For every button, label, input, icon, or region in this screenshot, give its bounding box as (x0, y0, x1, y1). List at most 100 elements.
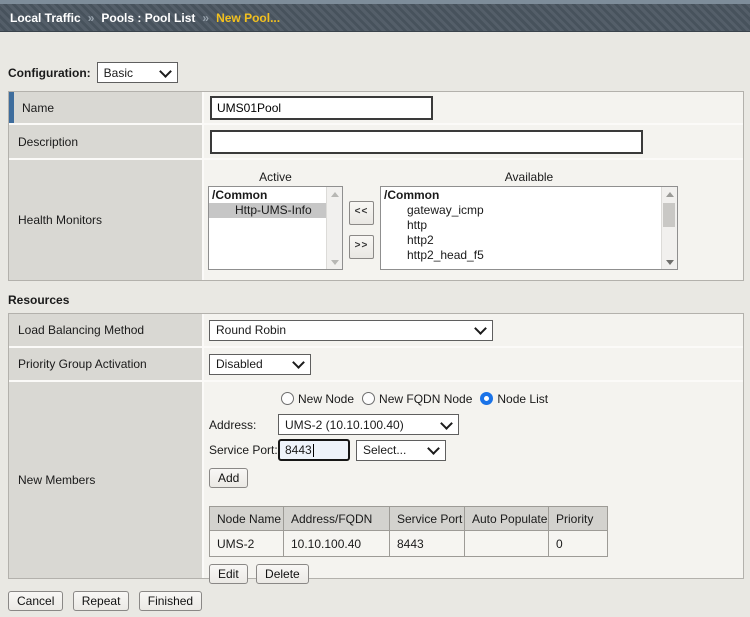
available-list-scrollbar[interactable] (661, 187, 677, 269)
member-row[interactable]: UMS-2 10.10.100.40 8443 0 (210, 531, 608, 557)
description-label-cell: Description (9, 125, 204, 158)
configuration-select-value: Basic (104, 66, 133, 80)
name-input[interactable] (210, 96, 433, 120)
available-monitor-item[interactable]: gateway_icmp (381, 203, 661, 218)
priority-group-select-value: Disabled (216, 357, 263, 371)
required-indicator (9, 92, 14, 123)
health-monitors-label-cell: Health Monitors (9, 160, 204, 280)
radio-new-node-label: New Node (298, 392, 354, 406)
address-line: Address: UMS-2 (10.10.100.40) (209, 414, 743, 435)
radio-new-fqdn-node[interactable]: New FQDN Node (362, 392, 472, 406)
configuration-select[interactable]: Basic (97, 62, 178, 83)
active-monitors-listbox[interactable]: /Common Http-UMS-Info (208, 186, 343, 270)
description-label: Description (18, 135, 78, 149)
new-members-label-cell: New Members (9, 382, 204, 578)
priority-group-row: Priority Group Activation Disabled (9, 348, 743, 382)
priority-group-select[interactable]: Disabled (209, 354, 311, 375)
radio-node-list-label: Node List (497, 392, 548, 406)
radio-icon (362, 392, 375, 405)
finished-button[interactable]: Finished (139, 591, 202, 611)
description-row: Description (9, 125, 743, 160)
radio-new-fqdn-node-label: New FQDN Node (379, 392, 472, 406)
members-table-header: Node Name Address/FQDN Service Port Auto… (210, 507, 608, 531)
chevron-down-icon (474, 322, 487, 335)
radio-node-list[interactable]: Node List (480, 392, 548, 406)
move-to-active-button[interactable]: << (349, 201, 374, 225)
cancel-button[interactable]: Cancel (8, 591, 63, 611)
priority-group-label: Priority Group Activation (18, 357, 147, 371)
move-to-available-button[interactable]: >> (349, 235, 374, 259)
chevron-down-icon (440, 417, 453, 430)
load-balancing-value-cell: Round Robin (204, 314, 743, 346)
available-monitor-item[interactable]: http2 (381, 233, 661, 248)
node-type-radio-group: New Node New FQDN Node Node List (281, 391, 743, 406)
repeat-button[interactable]: Repeat (73, 591, 130, 611)
priority-group-label-cell: Priority Group Activation (9, 348, 204, 380)
health-monitors-row: Health Monitors Active /Common Http-UMS-… (9, 160, 743, 280)
load-balancing-select[interactable]: Round Robin (209, 320, 493, 341)
name-row: Name (9, 92, 743, 125)
address-select[interactable]: UMS-2 (10.10.100.40) (278, 414, 459, 435)
available-monitors-column: Available /Common gateway_icmp http http… (380, 170, 678, 270)
breadcrumb-separator-icon: » (202, 11, 209, 25)
service-port-input[interactable]: 8443 (278, 439, 350, 461)
radio-new-node[interactable]: New Node (281, 392, 354, 406)
scroll-up-icon[interactable] (662, 187, 677, 201)
members-table: Node Name Address/FQDN Service Port Auto… (209, 506, 608, 557)
service-port-select[interactable]: Select... (356, 440, 446, 461)
health-monitors-value-cell: Active /Common Http-UMS-Info (204, 160, 743, 280)
edit-button[interactable]: Edit (209, 564, 248, 584)
chevron-down-icon (292, 356, 305, 369)
address-select-value: UMS-2 (10.10.100.40) (285, 418, 404, 432)
name-label-cell: Name (9, 92, 204, 123)
active-monitors-column: Active /Common Http-UMS-Info (208, 170, 343, 270)
resources-table: Load Balancing Method Round Robin Priori… (8, 313, 744, 579)
scroll-down-icon[interactable] (327, 255, 342, 269)
cell-node-name: UMS-2 (210, 531, 284, 557)
description-value-cell (204, 125, 743, 158)
active-monitor-item[interactable]: Http-UMS-Info (209, 203, 326, 218)
form-actions: Cancel Repeat Finished (8, 591, 208, 611)
breadcrumb-local-traffic[interactable]: Local Traffic (10, 11, 81, 25)
scroll-down-icon[interactable] (662, 255, 677, 269)
add-button[interactable]: Add (209, 468, 248, 488)
service-port-select-value: Select... (363, 443, 406, 457)
active-list-scrollbar[interactable] (326, 187, 342, 269)
general-properties-table: Name Description Health Monitors Active (8, 91, 744, 281)
priority-group-value-cell: Disabled (204, 348, 743, 380)
available-title: Available (505, 170, 553, 186)
load-balancing-label: Load Balancing Method (18, 323, 144, 337)
header-node-name: Node Name (210, 507, 284, 531)
pool-create-page: Local Traffic » Pools : Pool List » New … (0, 0, 750, 617)
health-monitors-label: Health Monitors (18, 213, 102, 227)
monitor-move-buttons: << >> (349, 201, 374, 269)
load-balancing-row: Load Balancing Method Round Robin (9, 314, 743, 348)
available-monitor-item[interactable]: http2_head_f5 (381, 248, 661, 263)
cell-auto-populate (465, 531, 549, 557)
breadcrumb-pool-list[interactable]: Pools : Pool List (101, 11, 195, 25)
available-monitor-item[interactable]: http (381, 218, 661, 233)
text-cursor (313, 444, 314, 457)
available-monitors-listbox[interactable]: /Common gateway_icmp http http2 http2_he… (380, 186, 678, 270)
cell-address-fqdn: 10.10.100.40 (284, 531, 390, 557)
scroll-up-icon[interactable] (327, 187, 342, 201)
service-port-value: 8443 (285, 443, 312, 457)
new-members-row: New Members New Node New FQDN Node (9, 382, 743, 578)
scroll-thumb[interactable] (663, 203, 675, 227)
active-partition-label: /Common (209, 188, 326, 203)
header-priority: Priority (549, 507, 608, 531)
description-input[interactable] (210, 130, 643, 154)
resources-section-title: Resources (8, 293, 750, 307)
new-members-value-cell: New Node New FQDN Node Node List Address… (204, 382, 743, 578)
radio-icon (281, 392, 294, 405)
delete-button[interactable]: Delete (256, 564, 309, 584)
header-address-fqdn: Address/FQDN (284, 507, 390, 531)
service-port-label: Service Port: (209, 443, 278, 457)
cell-service-port: 8443 (390, 531, 465, 557)
name-label: Name (22, 101, 54, 115)
available-partition-label: /Common (381, 188, 661, 203)
chevron-down-icon (159, 65, 172, 78)
chevron-down-icon (427, 442, 440, 455)
name-value-cell (204, 92, 743, 123)
active-title: Active (259, 170, 292, 186)
